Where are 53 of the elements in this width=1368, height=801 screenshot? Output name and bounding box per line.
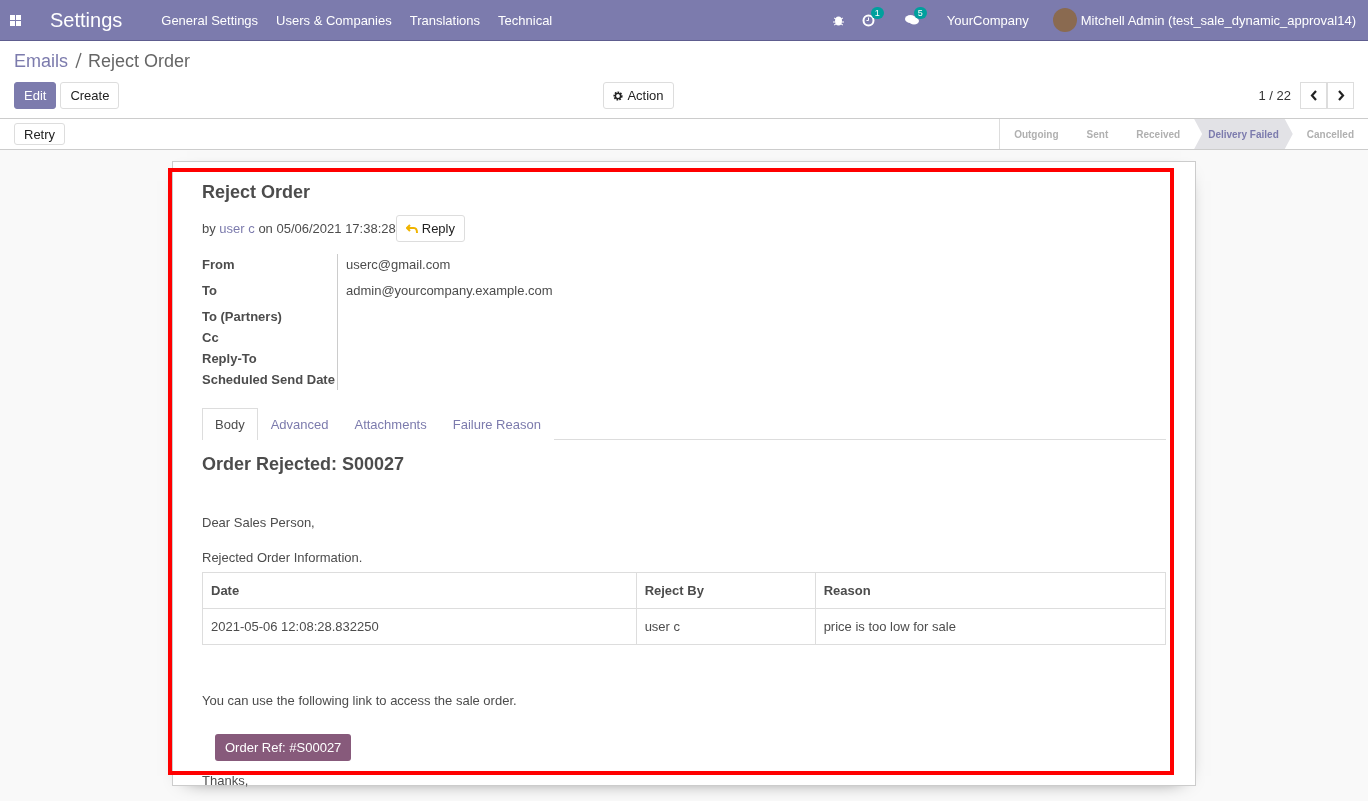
field-label: To (Partners) xyxy=(202,308,283,326)
greeting: Dear Sales Person, xyxy=(202,515,316,530)
clock-icon[interactable] xyxy=(861,13,875,27)
reply-button[interactable]: Reply xyxy=(395,215,465,242)
chevron-left-icon xyxy=(1309,90,1318,101)
closing-text: Thanks, xyxy=(202,773,250,788)
menu-item[interactable]: Users & Companies xyxy=(267,12,401,28)
activity-count: 1 xyxy=(870,6,884,19)
company-name[interactable]: YourCompany xyxy=(946,12,1029,28)
app-title: Settings xyxy=(50,8,123,32)
breadcrumb-separator-icon xyxy=(74,51,82,69)
chevron-right-icon xyxy=(1336,90,1345,101)
action-button[interactable]: Action xyxy=(603,82,674,109)
link-text: You can use the following link to access the sale order. xyxy=(202,693,518,708)
mail-subject: Reject Order xyxy=(202,182,312,203)
apps-menu-icon[interactable] xyxy=(10,14,21,26)
message-count: 5 xyxy=(913,7,927,19)
menu-item[interactable]: Translations xyxy=(400,12,490,28)
column-header: Reason xyxy=(815,572,1166,609)
bug-icon[interactable] xyxy=(832,14,844,26)
gear-icon xyxy=(613,90,624,101)
table-cell: user c xyxy=(636,608,816,645)
intro-text: Rejected Order Information. xyxy=(202,550,364,565)
field-value: userc@gmail.com xyxy=(346,257,451,272)
column-header: Reject By xyxy=(636,572,816,609)
retry-button[interactable]: Retry xyxy=(14,123,66,145)
breadcrumb-link[interactable]: Emails xyxy=(14,51,68,72)
body-heading: Order Rejected: S00027 xyxy=(202,454,406,475)
field-label: From xyxy=(202,256,236,274)
field-value: admin@yourcompany.example.com xyxy=(346,283,553,298)
reply-arrow-icon xyxy=(405,223,418,234)
field-label: Scheduled Send Date xyxy=(202,371,336,389)
status-step[interactable]: Delivery Failed xyxy=(1194,119,1293,149)
menu-item[interactable]: General Settings xyxy=(152,12,268,28)
byline: by user c on 05/06/2021 17:38:28 xyxy=(202,221,396,236)
pager-value: 1 / 22 xyxy=(1258,88,1291,103)
field-label: Reply-To xyxy=(202,350,258,368)
edit-button[interactable]: Edit xyxy=(14,82,57,109)
next-button[interactable] xyxy=(1327,82,1354,109)
breadcrumb-current: Reject Order xyxy=(88,51,191,72)
field-label: To xyxy=(202,282,218,300)
tab[interactable]: Body xyxy=(202,408,258,440)
order-ref-button[interactable]: Order Ref: #S00027 xyxy=(215,734,352,761)
column-header: Date xyxy=(202,572,637,609)
table-cell: price is too low for sale xyxy=(815,608,1166,645)
create-button[interactable]: Create xyxy=(60,82,120,109)
author-link[interactable]: user c xyxy=(219,221,255,236)
table-cell: 2021-05-06 12:08:28.832250 xyxy=(202,608,637,645)
user-name[interactable]: Mitchell Admin (test_sale_dynamic_approval14) xyxy=(1080,12,1356,28)
menu-item[interactable]: Technical xyxy=(489,12,562,28)
field-label: Cc xyxy=(202,329,220,347)
chat-icon[interactable] xyxy=(904,14,919,26)
previous-button[interactable] xyxy=(1300,82,1327,109)
